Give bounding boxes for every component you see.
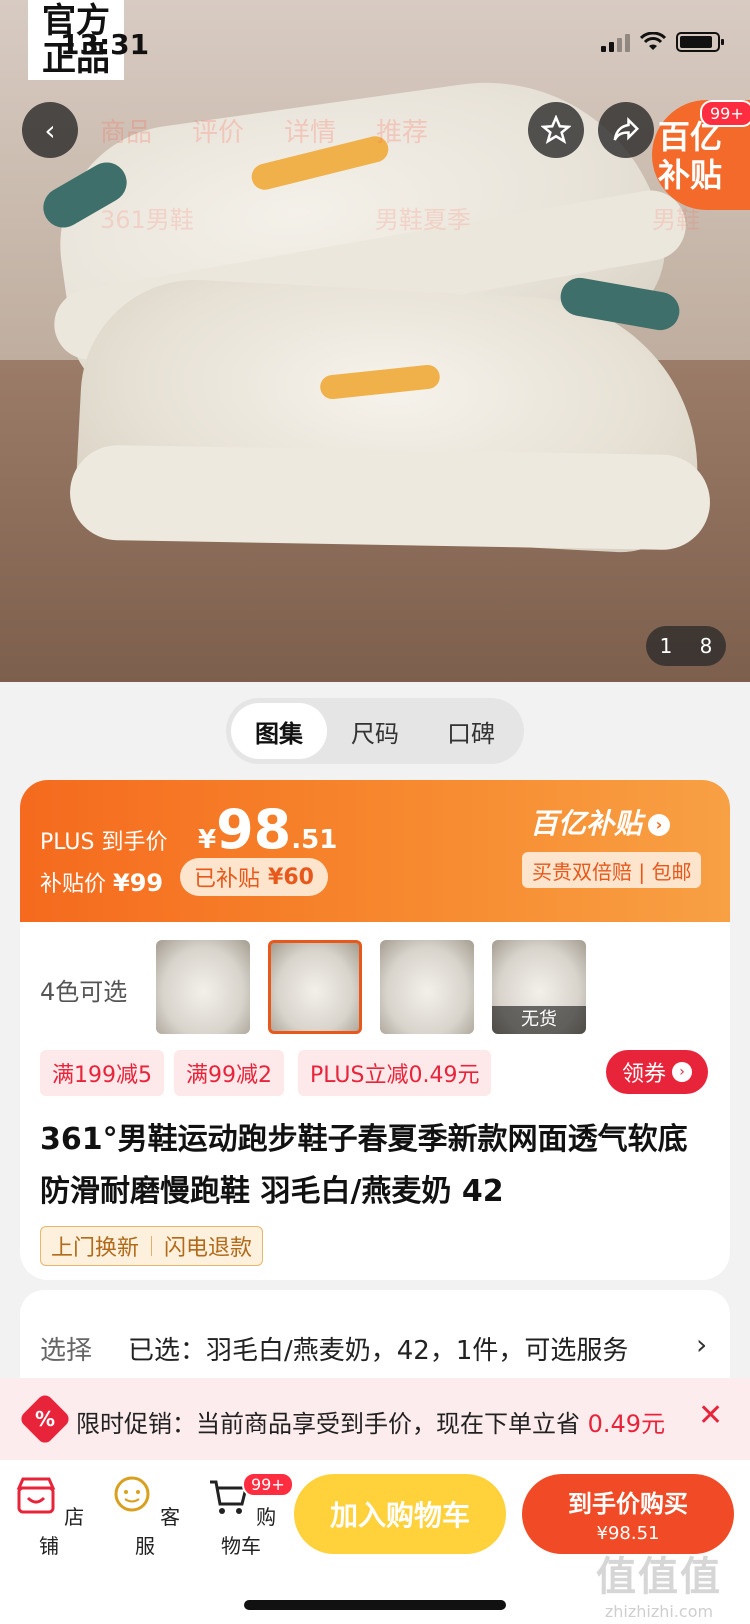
price-integer: 98 (216, 798, 292, 861)
subsidy-price-value: ¥99 (113, 869, 164, 897)
shoe-bottom-sole (69, 444, 711, 551)
plus-price-label: PLUS 到手价 (40, 830, 168, 855)
signal-icon (601, 32, 630, 52)
close-icon[interactable]: ✕ (698, 1398, 723, 1433)
star-icon (541, 115, 571, 145)
add-to-cart-button[interactable]: 加入购物车 (294, 1474, 506, 1554)
wifi-icon (640, 32, 666, 50)
selected-spec: 已选：羽毛白/燕麦奶，42，1件，可选服务 (128, 1336, 629, 1366)
watermark-title: 值值值 (596, 1554, 722, 1600)
back-button[interactable]: ‹ (22, 102, 78, 158)
battery-icon (676, 32, 724, 52)
cart-button[interactable]: 99+ 购物车 (196, 1472, 294, 1559)
faded-category: 361男鞋 (100, 206, 194, 234)
variant-thumb[interactable] (380, 940, 474, 1034)
home-indicator[interactable] (244, 1600, 506, 1610)
page-current: 1 (659, 634, 673, 658)
faded-tab: 详情 (284, 118, 337, 148)
faded-tab: 推荐 (376, 118, 429, 148)
customer-service-button[interactable]: 客服 (100, 1474, 190, 1559)
tab-gallery[interactable]: 图集 (231, 703, 327, 759)
cart-badge: 99+ (242, 1472, 294, 1497)
color-count-label: 4色可选 (40, 978, 128, 1006)
service-tag: 上门换新 (51, 1236, 140, 1261)
media-tabs: 图集 尺码 口碑 (226, 698, 524, 764)
subsidy-program-name: 百亿补贴 (530, 807, 643, 840)
product-image-carousel[interactable]: 商品 评价 详情 推荐 361男鞋 男鞋夏季 男鞋 官方 正品 13:31 ‹ … (0, 0, 750, 682)
buy-now-label: 到手价购买 (568, 1490, 688, 1518)
coupon-tag[interactable]: 满99减2 (174, 1050, 284, 1096)
chevron-right-icon: › (648, 814, 671, 836)
currency-symbol: ¥ (198, 825, 217, 855)
already-subsidized-amount: ¥60 (268, 864, 314, 890)
subsidy-price: 补贴价 ¥99 (40, 866, 163, 898)
buy-now-price: ¥98.51 (596, 1523, 660, 1544)
bottom-action-bar: 店铺 客服 99+ 购物车 加入购物车 到手价购买 ¥98.51 值值值 zhi… (0, 1460, 750, 1624)
favorite-button[interactable] (528, 102, 584, 158)
variant-thumb[interactable]: 无货 (492, 940, 586, 1034)
store-button[interactable]: 店铺 (4, 1474, 94, 1559)
get-coupon-label: 领券 (621, 1062, 666, 1087)
watermark-url: zhizhizhi.com (604, 1602, 714, 1621)
subsidy-program-link[interactable]: 百亿补贴 › (530, 802, 671, 842)
faded-nav-tabs: 商品 评价 详情 推荐 (100, 112, 428, 149)
chevron-right-icon: › (672, 1062, 692, 1082)
status-icons (601, 32, 724, 52)
product-title: 361°男鞋运动跑步鞋子春夏季新款网面透气软底防滑耐磨慢跑鞋 羽毛白/燕麦奶 4… (40, 1122, 688, 1209)
faded-tab: 评价 (192, 118, 245, 148)
chat-icon (114, 1476, 150, 1512)
variant-thumb-selected[interactable] (268, 940, 362, 1034)
coupon-tag[interactable]: PLUS立减0.49元 (298, 1050, 492, 1096)
chevron-right-icon: › (696, 1328, 708, 1361)
coupon-tag[interactable]: 满199减5 (40, 1050, 164, 1096)
final-price: ¥98.51 (198, 798, 337, 861)
faded-category-tabs: 361男鞋 男鞋夏季 男鞋 (100, 200, 700, 235)
tab-reviews[interactable]: 口碑 (423, 703, 519, 759)
promo-amount: 0.49元 (587, 1410, 666, 1438)
tab-size[interactable]: 尺码 (327, 703, 423, 759)
already-subsidized-pill: 已补贴 ¥60 (180, 858, 328, 896)
share-button[interactable] (598, 102, 654, 158)
promo-message: 限时促销：当前商品享受到手价，现在下单立省 (76, 1410, 580, 1438)
status-time: 13:31 (60, 28, 150, 61)
share-icon (613, 116, 640, 141)
service-tag: 闪电退款 (164, 1236, 253, 1261)
watermark: 值值值 zhizhizhi.com (596, 1544, 722, 1621)
faded-tab: 商品 (100, 118, 153, 148)
price-card: PLUS 到手价 ¥98.51 补贴价 ¥99 已补贴 ¥60 百亿补贴 › 买贵… (20, 780, 730, 1280)
buy-now-button[interactable]: 到手价购买 ¥98.51 (522, 1474, 734, 1554)
subsidy-program-tag: 买贵双倍赔 | 包邮 (522, 852, 702, 888)
image-page-indicator: 1 8 (646, 626, 726, 666)
subsidy-price-label: 补贴价 (40, 872, 107, 897)
get-coupon-button[interactable]: 领券 › (606, 1050, 708, 1094)
select-label: 选择 (40, 1336, 93, 1366)
out-of-stock-label: 无货 (492, 1006, 586, 1034)
chevron-left-icon: ‹ (44, 113, 56, 147)
promo-banner: % 限时促销：当前商品享受到手价，现在下单立省 0.49元 ✕ (0, 1378, 750, 1460)
price-decimal: .51 (291, 825, 338, 855)
store-icon (16, 1477, 56, 1514)
message-count-badge: 99+ (700, 100, 750, 127)
divider (151, 1236, 153, 1256)
page-total: 8 (699, 634, 713, 658)
faded-category: 男鞋夏季 (374, 206, 471, 234)
discount-icon: % (18, 1392, 72, 1446)
variant-thumb[interactable] (156, 940, 250, 1034)
promo-text: 限时促销：当前商品享受到手价，现在下单立省 0.49元 (76, 1404, 665, 1439)
already-subsidized-label: 已补贴 (194, 867, 261, 892)
price-header: PLUS 到手价 ¥98.51 补贴价 ¥99 已补贴 ¥60 百亿补贴 › 买贵… (20, 780, 730, 922)
service-tags[interactable]: 上门换新 闪电退款 (40, 1226, 264, 1266)
